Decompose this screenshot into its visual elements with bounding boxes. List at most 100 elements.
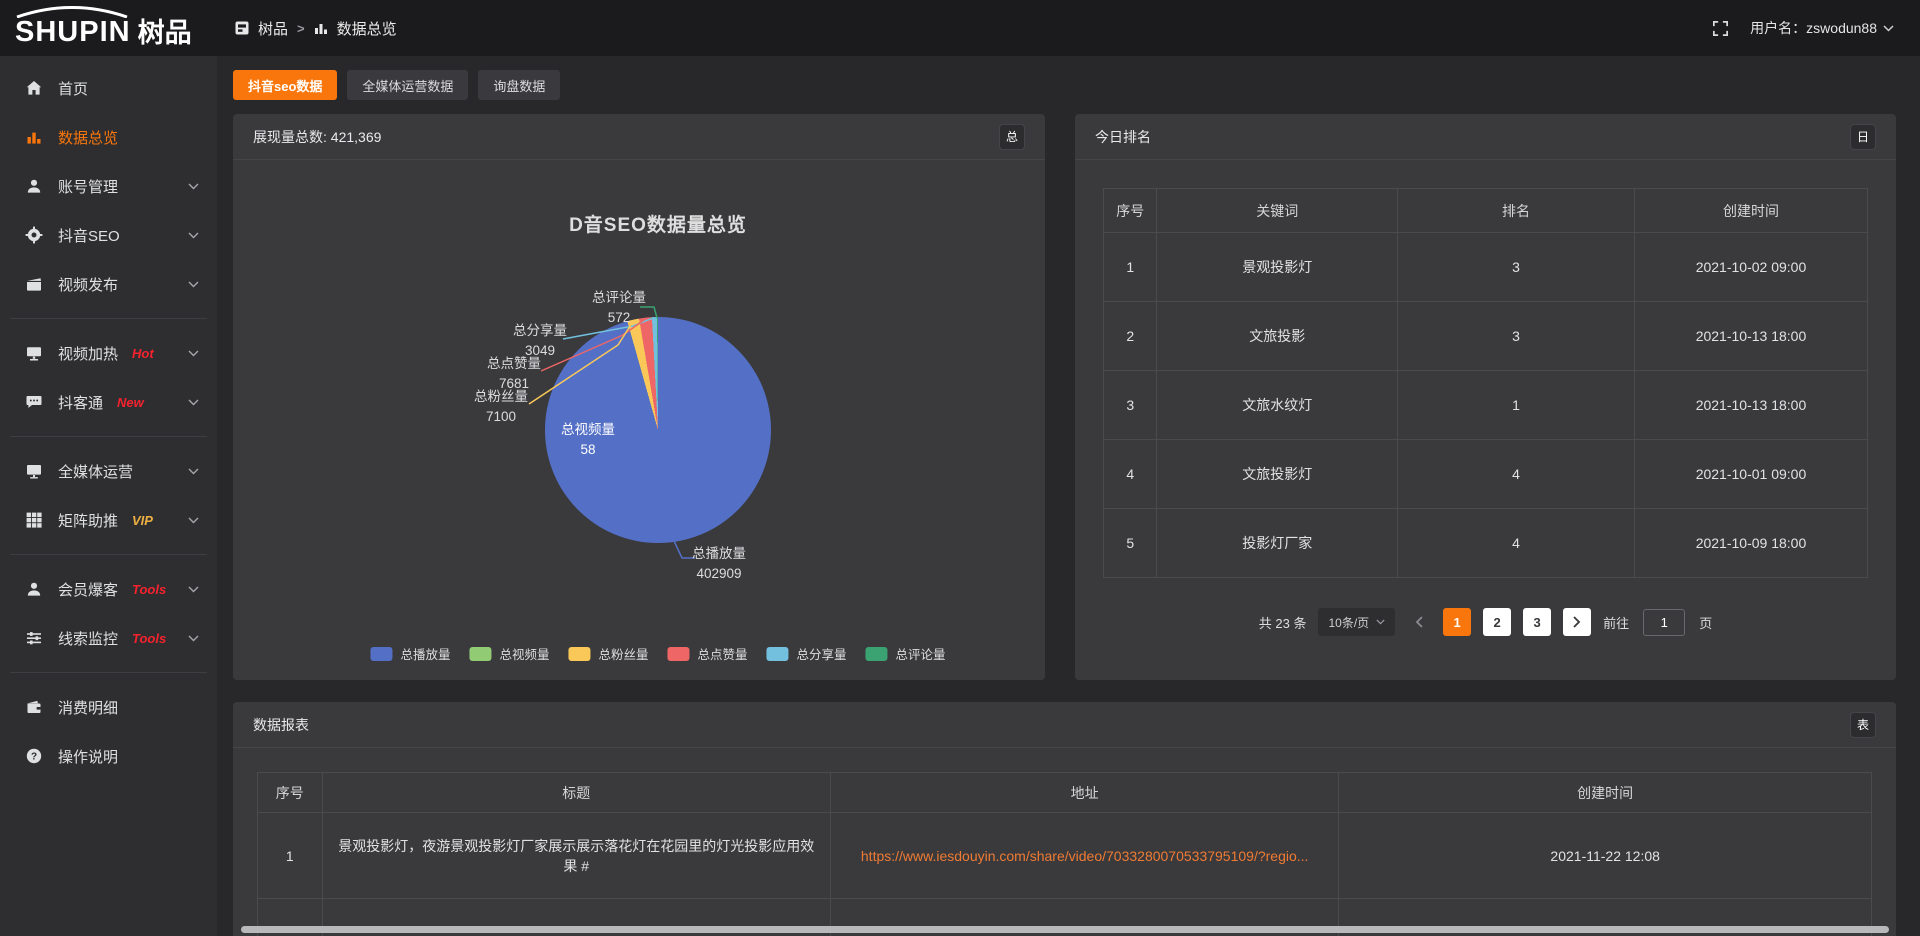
table-row: 4文旅投影灯42021-10-01 09:00 <box>1104 440 1868 509</box>
app-logo[interactable]: SHUPIN 树品 <box>0 2 217 55</box>
breadcrumb: 树品 > 数据总览 <box>235 18 397 39</box>
chevron-down-icon <box>188 517 199 524</box>
tools-badge: Tools <box>132 582 166 597</box>
sidebar-item-matrix-boost[interactable]: 矩阵助推 VIP <box>0 498 217 542</box>
logo-text-cn: 树品 <box>138 20 192 47</box>
sidebar-item-member-baoke[interactable]: 会员爆客 Tools <box>0 567 217 611</box>
tab-inquiry-data[interactable]: 询盘数据 <box>478 70 560 100</box>
col-url: 地址 <box>830 773 1338 813</box>
page-button-2[interactable]: 2 <box>1483 608 1511 636</box>
legend-item-likes[interactable]: 总点赞量 <box>668 644 748 663</box>
sliders-icon <box>24 629 44 647</box>
daily-view-button[interactable]: 日 <box>1850 124 1876 150</box>
chart-legend: 总播放量 总视频量 总粉丝量 总点赞量 总分享量 总评论量 <box>370 644 945 663</box>
gear-icon <box>24 226 44 244</box>
chevron-down-icon <box>188 281 199 288</box>
monitor-icon <box>24 344 44 362</box>
table-view-button[interactable]: 表 <box>1850 712 1876 738</box>
horizontal-scrollbar[interactable] <box>241 926 1889 933</box>
chevron-down-icon <box>188 183 199 190</box>
pagination: 共 23 条 10条/页 1 2 3 前往 页 <box>1075 608 1896 636</box>
prev-page-button[interactable] <box>1407 608 1431 636</box>
chevron-down-icon <box>188 468 199 475</box>
sidebar-item-video-heating[interactable]: 视频加热 Hot <box>0 331 217 375</box>
pie-label-videos: 总视频量58 <box>533 420 643 459</box>
today-ranking-panel: 今日排名 日 序号 关键词 排名 创建时间 <box>1075 114 1896 680</box>
legend-item-shares[interactable]: 总分享量 <box>767 644 847 663</box>
report-panel-title: 数据报表 <box>253 715 309 735</box>
chevron-down-icon <box>1376 619 1385 625</box>
total-view-button[interactable]: 总 <box>999 124 1025 150</box>
svg-text:?: ? <box>31 751 37 762</box>
username-label: 用户名：zswodun88 <box>1750 18 1877 38</box>
video-url-link[interactable]: https://www.iesdouyin.com/share/video/70… <box>861 848 1309 864</box>
col-rank: 排名 <box>1398 189 1635 233</box>
logo-text-en: SHUPIN <box>15 8 131 47</box>
sidebar-item-instructions[interactable]: ? 操作说明 <box>0 734 217 778</box>
hot-badge: Hot <box>132 346 154 361</box>
clapperboard-icon <box>24 275 44 293</box>
col-keyword: 关键词 <box>1157 189 1398 233</box>
legend-item-fans[interactable]: 总粉丝量 <box>568 644 648 663</box>
page-button-1[interactable]: 1 <box>1443 608 1471 636</box>
sidebar-item-douyin-seo[interactable]: 抖音SEO <box>0 213 217 257</box>
legend-item-videos[interactable]: 总视频量 <box>469 644 549 663</box>
app-window: SHUPIN 树品 树品 > 数据总览 用户名：zswodun88 首页 数据 <box>0 0 1920 936</box>
fullscreen-icon[interactable] <box>1711 19 1730 38</box>
sidebar-item-all-media-operation[interactable]: 全媒体运营 <box>0 449 217 493</box>
tools-badge: Tools <box>132 631 166 646</box>
ranking-panel-title: 今日排名 <box>1095 127 1151 147</box>
sidebar-divider <box>10 672 207 673</box>
main-content: 抖音seo数据 全媒体运营数据 询盘数据 展现量总数: 421,369 总 D音… <box>217 56 1920 936</box>
sidebar-item-video-publish[interactable]: 视频发布 <box>0 262 217 306</box>
data-report-panel: 数据报表 表 序号 标题 地址 创建时间 1 景观投影灯，夜游景观投影灯 <box>233 702 1896 936</box>
next-page-button[interactable] <box>1563 608 1591 636</box>
sidebar-divider <box>10 318 207 319</box>
user-menu[interactable]: 用户名：zswodun88 <box>1750 18 1894 38</box>
chevron-down-icon <box>188 635 199 642</box>
home-icon <box>24 79 44 97</box>
table-row: 3文旅水纹灯12021-10-13 18:00 <box>1104 371 1868 440</box>
pie-label-plays: 总播放量402909 <box>664 544 774 583</box>
breadcrumb-current: 数据总览 <box>337 18 397 39</box>
grid-icon <box>24 511 44 529</box>
data-source-tabs: 抖音seo数据 全媒体运营数据 询盘数据 <box>233 70 1896 100</box>
goto-label: 前往 <box>1603 613 1629 632</box>
sidebar-item-home[interactable]: 首页 <box>0 66 217 110</box>
page-size-select[interactable]: 10条/页 <box>1318 608 1395 636</box>
col-created-time: 创建时间 <box>1339 773 1872 813</box>
sidebar-item-spending-details[interactable]: 消费明细 <box>0 685 217 729</box>
breadcrumb-separator: > <box>297 21 305 36</box>
user-icon <box>24 177 44 195</box>
breadcrumb-root[interactable]: 树品 <box>258 18 288 39</box>
goto-page-input[interactable] <box>1643 609 1685 636</box>
tab-douyin-seo-data[interactable]: 抖音seo数据 <box>233 70 337 100</box>
pie-chart-area: D音SEO数据量总览 总评论量572 总分享量3049 <box>233 160 1045 679</box>
col-created-time: 创建时间 <box>1634 189 1867 233</box>
col-title: 标题 <box>322 773 830 813</box>
video-title-cell: 景观投影灯，夜游景观投影灯厂家展示展示落花灯在花园里的灯光投影应用效果 # <box>322 813 830 899</box>
sidebar-item-data-overview[interactable]: 数据总览 <box>0 115 217 159</box>
chevron-down-icon <box>188 350 199 357</box>
legend-item-plays[interactable]: 总播放量 <box>370 644 450 663</box>
sidebar-item-douketong[interactable]: 抖客通 New <box>0 380 217 424</box>
bar-chart-icon <box>314 21 328 35</box>
wallet-icon <box>24 698 44 716</box>
page-unit-label: 页 <box>1699 613 1712 632</box>
chevron-down-icon <box>1883 25 1894 32</box>
sidebar-item-lead-monitoring[interactable]: 线索监控 Tools <box>0 616 217 660</box>
new-badge: New <box>117 395 144 410</box>
tab-all-media-data[interactable]: 全媒体运营数据 <box>347 70 468 100</box>
pagination-total: 共 23 条 <box>1259 613 1307 632</box>
legend-item-comments[interactable]: 总评论量 <box>866 644 946 663</box>
impressions-total-label: 展现量总数: 421,369 <box>253 127 381 147</box>
sidebar-item-account-management[interactable]: 账号管理 <box>0 164 217 208</box>
report-table-header: 序号 标题 地址 创建时间 <box>258 773 1872 813</box>
chat-bubble-icon <box>24 393 44 411</box>
dashboard-icon <box>235 21 249 35</box>
chevron-down-icon <box>188 232 199 239</box>
col-index: 序号 <box>258 773 323 813</box>
ranking-table: 序号 关键词 排名 创建时间 1景观投影灯32021-10-02 09:00 2… <box>1103 188 1868 578</box>
bar-chart-icon <box>24 128 44 146</box>
page-button-3[interactable]: 3 <box>1523 608 1551 636</box>
